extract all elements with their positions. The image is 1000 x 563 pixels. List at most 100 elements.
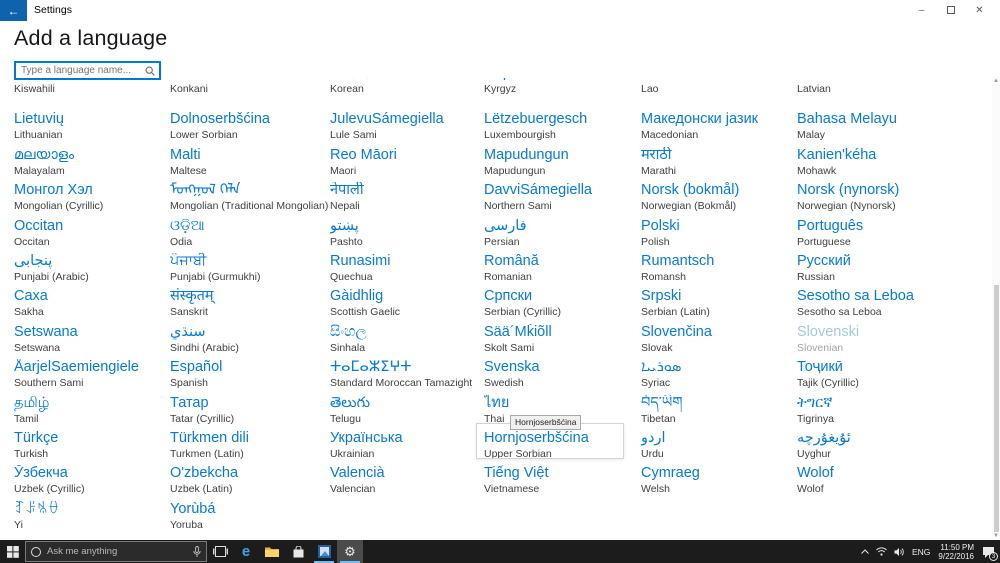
- language-item[interactable]: Rumantsch Romansh: [641, 253, 797, 288]
- language-item[interactable]: Latviešu Latvian: [797, 78, 987, 111]
- maximize-button[interactable]: [936, 0, 965, 20]
- minimize-button[interactable]: –: [907, 0, 936, 20]
- language-item[interactable]: پښتو Pashto: [330, 218, 484, 253]
- language-item[interactable]: ÅarjelSaemiengiele Southern Sami: [14, 359, 170, 394]
- language-item[interactable]: Português Portuguese: [797, 218, 987, 253]
- language-item[interactable]: Slovenski Slovenian: [797, 324, 987, 359]
- action-center-button[interactable]: 3: [980, 540, 997, 563]
- language-item[interactable]: Caxa Sakha: [14, 288, 170, 323]
- language-english-name: Norwegian (Bokmål): [641, 200, 797, 213]
- clock[interactable]: 11:50 PM 9/22/2016: [935, 543, 977, 561]
- back-button[interactable]: ←: [0, 0, 27, 21]
- edge-button[interactable]: e: [233, 540, 259, 563]
- scroll-down-icon[interactable]: ▼: [992, 532, 1000, 540]
- notification-badge: 3: [989, 552, 998, 561]
- language-item[interactable]: Norsk (bokmål) Norwegian (Bokmål): [641, 182, 797, 217]
- scrollbar-thumb[interactable]: [994, 285, 999, 532]
- language-item[interactable]: Español Spanish: [170, 359, 330, 394]
- language-item[interactable]: मराठी Marathi: [641, 147, 797, 182]
- language-item[interactable]: Türkmen dili Turkmen (Latin): [170, 430, 330, 465]
- language-item[interactable]: Tiếng Việt Vietnamese: [484, 465, 641, 500]
- language-item[interactable]: 한국어 Korean: [330, 78, 484, 111]
- language-item[interactable]: Slovenčina Slovak: [641, 324, 797, 359]
- language-item[interactable]: Kanien'kéha Mohawk: [797, 147, 987, 182]
- language-item[interactable]: سنڌي Sindhi (Arabic): [170, 324, 330, 359]
- language-item[interactable]: Русский Russian: [797, 253, 987, 288]
- photos-app-button[interactable]: [311, 540, 337, 563]
- language-item[interactable]: JulevuSámegiella Lule Sami: [330, 111, 484, 146]
- language-item[interactable]: Српски Serbian (Cyrillic): [484, 288, 641, 323]
- language-item[interactable]: Valencià Valencian: [330, 465, 484, 500]
- network-button[interactable]: [874, 540, 889, 563]
- language-item[interactable]: Polski Polish: [641, 218, 797, 253]
- language-item[interactable]: कोंकणी Konkani: [170, 78, 330, 111]
- language-item[interactable]: ئۇيغۇرچە Uyghur: [797, 430, 987, 465]
- store-button[interactable]: [285, 540, 311, 563]
- language-item[interactable]: Українська Ukrainian: [330, 430, 484, 465]
- language-item[interactable]: བོད་ཡིག Tibetan: [641, 395, 797, 430]
- language-item[interactable]: Svenska Swedish: [484, 359, 641, 394]
- language-search-input[interactable]: [16, 65, 145, 76]
- language-item[interactable]: پنجابی Punjabi (Arabic): [14, 253, 170, 288]
- language-item[interactable]: اردو Urdu: [641, 430, 797, 465]
- language-item[interactable]: Srpski Serbian (Latin): [641, 288, 797, 323]
- language-item[interactable]: Română Romanian: [484, 253, 641, 288]
- scroll-up-icon[interactable]: ▲: [992, 77, 1000, 85]
- settings-app-button[interactable]: ⚙: [337, 540, 363, 563]
- language-item[interactable]: فارسی Persian: [484, 218, 641, 253]
- language-item[interactable]: ܣܘܪܝܝܐ Syriac: [641, 359, 797, 394]
- language-item[interactable]: ລາວ Lao: [641, 78, 797, 111]
- cortana-search-box[interactable]: Ask me anything: [25, 541, 207, 562]
- task-view-button[interactable]: [207, 540, 233, 563]
- language-item[interactable]: Occitan Occitan: [14, 218, 170, 253]
- language-item[interactable]: Ўзбекча Uzbek (Cyrillic): [14, 465, 170, 500]
- language-item[interactable]: മലയാളം Malayalam: [14, 147, 170, 182]
- language-item[interactable]: తెలుగు Telugu: [330, 395, 484, 430]
- language-item[interactable]: Hornjoserbšćina Hornjoserbšćina Upper So…: [484, 430, 641, 465]
- language-item[interactable]: Malti Maltese: [170, 147, 330, 182]
- language-item[interactable]: Runasimi Quechua: [330, 253, 484, 288]
- language-item[interactable]: Reo Māori Maori: [330, 147, 484, 182]
- vertical-scrollbar[interactable]: ▲ ▼: [992, 77, 1000, 540]
- language-item[interactable]: संस्कृतम् Sanskrit: [170, 288, 330, 323]
- language-item[interactable]: ଓଡ଼ିଆ Odia: [170, 218, 330, 253]
- start-button[interactable]: [0, 540, 25, 563]
- language-item[interactable]: Yorùbá Yoruba: [170, 501, 330, 536]
- language-item[interactable]: Кыргызча Kyrgyz: [484, 78, 641, 111]
- language-native-name: Occitan: [14, 218, 170, 235]
- language-item[interactable]: Wolof Wolof: [797, 465, 987, 500]
- language-item[interactable]: Тоҷикӣ Tajik (Cyrillic): [797, 359, 987, 394]
- language-item[interactable]: Sesotho sa Leboa Sesotho sa Leboa: [797, 288, 987, 323]
- language-item[interactable]: Gàidhlig Scottish Gaelic: [330, 288, 484, 323]
- language-item[interactable]: Bahasa Melayu Malay: [797, 111, 987, 146]
- language-item[interactable]: Norsk (nynorsk) Norwegian (Nynorsk): [797, 182, 987, 217]
- file-explorer-button[interactable]: [259, 540, 285, 563]
- language-item[interactable]: தமிழ் Tamil: [14, 395, 170, 430]
- language-item[interactable]: Dolnoserbšćina Lower Sorbian: [170, 111, 330, 146]
- language-item[interactable]: नेपाली Nepali: [330, 182, 484, 217]
- language-item[interactable]: ꆈꌠꁱꂷ Yi: [14, 501, 170, 536]
- language-item[interactable]: Sää´Mǩiõll Skolt Sami: [484, 324, 641, 359]
- microphone-icon[interactable]: [193, 546, 201, 558]
- input-language-indicator[interactable]: ENG: [910, 540, 932, 563]
- language-item[interactable]: O'zbekcha Uzbek (Latin): [170, 465, 330, 500]
- language-item[interactable]: Lëtzebuergesch Luxembourgish: [484, 111, 641, 146]
- language-item[interactable]: Татар Tatar (Cyrillic): [170, 395, 330, 430]
- language-item[interactable]: Македонски јазик Macedonian: [641, 111, 797, 146]
- language-item[interactable]: Türkçe Turkish: [14, 430, 170, 465]
- language-item[interactable]: සිංහල Sinhala: [330, 324, 484, 359]
- language-item[interactable]: ਪੰਜਾਬੀ Punjabi (Gurmukhi): [170, 253, 330, 288]
- language-item[interactable]: ᠮᠣᠩᠭᠣᠯ ᠬᠡᠯᠡ Mongolian (Traditional Mongo…: [170, 182, 330, 217]
- language-item[interactable]: Mapudungun Mapudungun: [484, 147, 641, 182]
- language-item[interactable]: Lietuvių Lithuanian: [14, 111, 170, 146]
- language-item[interactable]: Setswana Setswana: [14, 324, 170, 359]
- language-item[interactable]: ትግርኛ Tigrinya: [797, 395, 987, 430]
- language-item[interactable]: Монгол Хэл Mongolian (Cyrillic): [14, 182, 170, 217]
- language-item[interactable]: DavviSámegiella Northern Sami: [484, 182, 641, 217]
- close-button[interactable]: ✕: [965, 0, 994, 20]
- language-item[interactable]: Kiswahili Kiswahili: [14, 78, 170, 111]
- language-item[interactable]: ⵜⴰⵎⴰⵣⵉⵖⵜ Standard Moroccan Tamazight: [330, 359, 484, 394]
- volume-button[interactable]: [892, 540, 907, 563]
- tray-expand-button[interactable]: [859, 540, 871, 563]
- language-item[interactable]: Cymraeg Welsh: [641, 465, 797, 500]
